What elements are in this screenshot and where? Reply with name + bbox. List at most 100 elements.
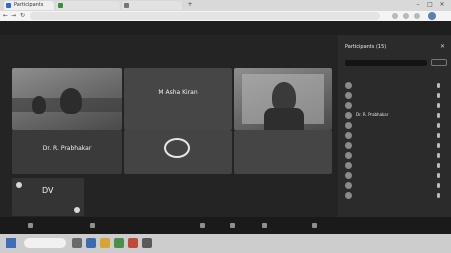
avatar	[345, 132, 352, 139]
mic-icon	[437, 103, 440, 108]
participant-row[interactable]	[345, 142, 445, 152]
self-view-dot	[74, 207, 80, 213]
avatar	[345, 92, 352, 99]
browser-tab[interactable]	[56, 1, 120, 10]
participant-row[interactable]	[345, 82, 445, 92]
start-icon[interactable]	[6, 238, 16, 248]
os-taskbar	[0, 234, 451, 253]
extension-icon[interactable]	[392, 13, 398, 19]
participant-row[interactable]	[345, 122, 445, 132]
avatar	[345, 142, 352, 149]
participant-row[interactable]	[345, 162, 445, 172]
participant-figure	[60, 88, 82, 114]
mic-icon	[437, 193, 440, 198]
participant-row[interactable]	[345, 192, 445, 202]
reload-icon[interactable]: ↻	[19, 12, 26, 20]
back-icon[interactable]: ←	[2, 12, 9, 20]
maximize-icon[interactable]: □	[426, 1, 434, 9]
mic-icon	[437, 163, 440, 168]
mic-icon	[437, 183, 440, 188]
record-button[interactable]	[230, 221, 237, 229]
participant-name: M Asha Kiran	[158, 89, 198, 96]
avatar	[345, 172, 352, 179]
mic-icon	[437, 123, 440, 128]
mic-icon	[437, 113, 440, 118]
avatar	[345, 162, 352, 169]
profile-avatar[interactable]	[428, 12, 436, 20]
mic-icon	[437, 93, 440, 98]
mic-icon	[437, 143, 440, 148]
reactions-button[interactable]	[262, 221, 269, 229]
participant-row[interactable]	[345, 132, 445, 142]
participant-row[interactable]: Dr. R. Prabhakar	[345, 112, 445, 122]
avatar	[345, 102, 352, 109]
mic-icon	[437, 133, 440, 138]
browser-icon[interactable]	[86, 238, 96, 248]
app-icon[interactable]	[142, 238, 152, 248]
extension-icon[interactable]	[414, 13, 420, 19]
folder-icon[interactable]	[100, 238, 110, 248]
close-icon[interactable]: ✕	[438, 1, 446, 9]
participant-row-name: Dr. R. Prabhakar	[356, 112, 389, 117]
mic-icon	[437, 173, 440, 178]
meeting-control-bar	[0, 217, 451, 234]
share-invite-button[interactable]	[431, 59, 447, 66]
self-view-dot	[16, 182, 22, 188]
site-icon	[124, 3, 129, 8]
share-button[interactable]	[200, 221, 207, 229]
browser-tab-label: Participants	[14, 2, 44, 8]
taskview-icon[interactable]	[72, 238, 82, 248]
participant-name: Dr. R. Prabhakar	[42, 145, 92, 152]
new-tab-button[interactable]: +	[186, 1, 194, 9]
meeting-top-bar	[0, 21, 451, 35]
tile-name-bar	[124, 160, 232, 174]
reaction-icon	[262, 222, 267, 228]
taskbar-search-input[interactable]	[24, 238, 66, 248]
avatar	[345, 122, 352, 129]
more-button[interactable]	[312, 221, 319, 229]
video-button[interactable]	[90, 221, 97, 229]
forward-icon[interactable]: →	[10, 12, 17, 20]
avatar	[345, 152, 352, 159]
site-icon	[58, 3, 63, 8]
mic-icon	[28, 222, 33, 228]
participant-tile[interactable]	[124, 130, 232, 174]
avatar	[345, 112, 352, 119]
meeting-app-icon	[6, 3, 11, 8]
mute-button[interactable]	[28, 221, 35, 229]
participant-tile[interactable]	[234, 130, 332, 174]
mail-icon[interactable]	[128, 238, 138, 248]
close-panel-icon[interactable]: ✕	[440, 43, 445, 50]
mic-icon	[437, 83, 440, 88]
more-icon	[312, 222, 317, 228]
participant-shoulders	[264, 108, 304, 130]
extension-icon[interactable]	[403, 13, 409, 19]
record-icon	[230, 222, 235, 228]
participant-row[interactable]	[345, 102, 445, 112]
participant-search-input[interactable]	[345, 60, 427, 66]
tile-name-bar	[234, 144, 332, 160]
camera-icon	[90, 222, 95, 228]
participants-panel-title: Participants (15)	[345, 44, 387, 50]
store-icon[interactable]	[114, 238, 124, 248]
app-logo-icon	[164, 138, 190, 158]
mic-icon	[437, 153, 440, 158]
participant-tile[interactable]: Dr. R. Prabhakar	[12, 130, 122, 174]
avatar	[345, 82, 352, 89]
participant-row[interactable]	[345, 172, 445, 182]
url-field[interactable]	[30, 12, 380, 20]
minimize-icon[interactable]: –	[414, 1, 422, 9]
browser-tab[interactable]	[122, 1, 182, 10]
participant-row[interactable]	[345, 182, 445, 192]
self-initials: DV	[42, 186, 54, 195]
participant-row[interactable]	[345, 92, 445, 102]
avatar	[345, 192, 352, 199]
participant-video-tile[interactable]	[12, 68, 122, 130]
browser-tab[interactable]: Participants	[4, 1, 54, 10]
participant-row[interactable]	[345, 152, 445, 162]
participant-tile[interactable]: M Asha Kiran	[124, 68, 232, 130]
share-icon	[200, 222, 205, 228]
avatar	[345, 182, 352, 189]
participant-video-tile[interactable]	[234, 68, 332, 130]
tile-name-bar: Dr. R. Prabhakar	[12, 144, 122, 160]
